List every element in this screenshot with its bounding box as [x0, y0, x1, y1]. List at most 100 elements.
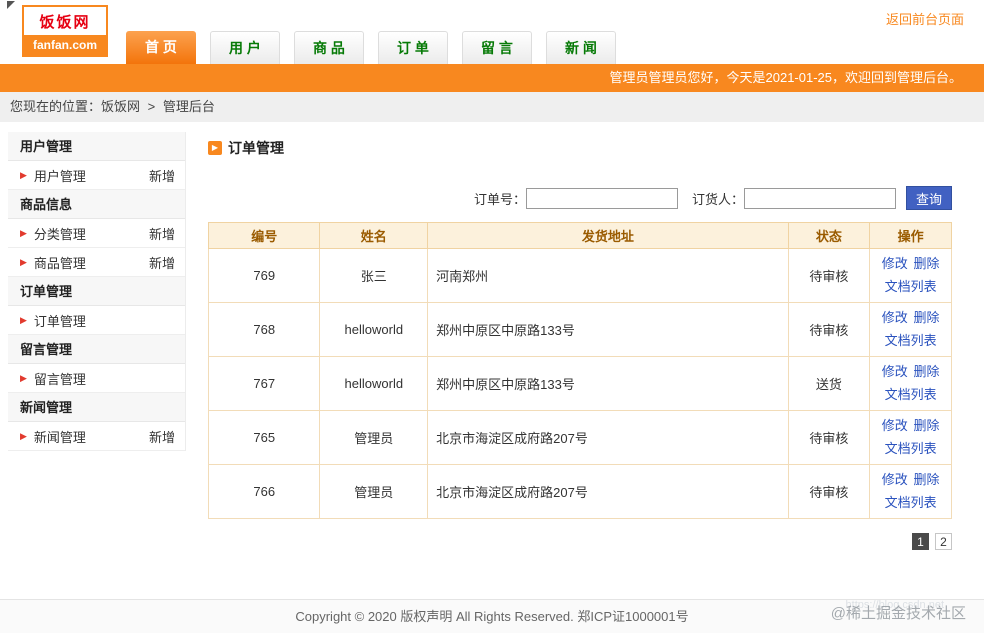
edit-link[interactable]: 修改	[882, 364, 908, 379]
column-header-status: 状态	[787, 222, 871, 249]
site-logo[interactable]: 饭饭网 fanfan.com	[22, 5, 108, 57]
customer-name-cell: helloworld	[319, 302, 429, 357]
buyer-label: 订货人：	[691, 191, 744, 207]
breadcrumb-site-link[interactable]: 饭饭网	[101, 99, 140, 114]
main-navigation: 首 页 用 户 商 品 订 单 留 言 新 闻	[126, 31, 616, 64]
delete-link[interactable]: 删除	[913, 310, 939, 325]
welcome-text: 管理员管理员您好，今天是2021-01-25，欢迎回到管理后台。	[609, 70, 963, 85]
logo-title: 饭饭网	[39, 14, 91, 31]
actions-cell: 修改 删除 文档列表	[869, 248, 952, 303]
delete-link[interactable]: 删除	[913, 364, 939, 379]
doc-list-link[interactable]: 文档列表	[885, 495, 937, 510]
page-title: 订单管理	[228, 140, 284, 156]
breadcrumb-prefix: 您现在的位置：	[10, 99, 102, 114]
sidebar-item-user-manage[interactable]: ▶ 用户管理 新增	[8, 161, 185, 190]
customer-name-cell: 管理员	[319, 410, 429, 465]
sidebar-item-news-manage[interactable]: ▶ 新闻管理 新增	[8, 422, 185, 451]
doc-list-link[interactable]: 文档列表	[885, 279, 937, 294]
corner-decoration	[7, 1, 15, 9]
edit-link[interactable]: 修改	[882, 256, 908, 271]
tab-messages[interactable]: 留 言	[462, 31, 532, 64]
back-to-frontend-link[interactable]: 返回前台页面	[886, 9, 964, 28]
status-cell: 送货	[787, 356, 871, 411]
address-cell: 河南郑州	[427, 248, 789, 303]
sidebar: 用户管理 ▶ 用户管理 新增 商品信息 ▶ 分类管理 新增 ▶ 商品管理 新增 …	[8, 132, 186, 451]
add-new-news-link[interactable]: 新增	[149, 427, 175, 446]
edit-link[interactable]: 修改	[882, 310, 908, 325]
table-row: 765 管理员 北京市海淀区成府路207号 待审核 修改 删除 文档列表	[207, 410, 952, 465]
address-cell: 北京市海淀区成府路207号	[427, 464, 789, 519]
tab-home[interactable]: 首 页	[126, 31, 196, 64]
order-no-input[interactable]	[525, 187, 678, 209]
table-row: 768 helloworld 郑州中原区中原路133号 待审核 修改 删除 文档…	[207, 302, 952, 357]
content-area: 用户管理 ▶ 用户管理 新增 商品信息 ▶ 分类管理 新增 ▶ 商品管理 新增 …	[0, 122, 984, 600]
tab-orders[interactable]: 订 单	[378, 31, 448, 64]
customer-name-cell: 张三	[319, 248, 429, 303]
welcome-bar: 管理员管理员您好，今天是2021-01-25，欢迎回到管理后台。	[0, 64, 984, 92]
delete-link[interactable]: 删除	[913, 256, 939, 271]
sidebar-item-label: 商品管理	[33, 255, 86, 271]
top-header: 饭饭网 fanfan.com 首 页 用 户 商 品 订 单 留 言 新 闻 返…	[0, 0, 984, 64]
order-id-cell: 768	[207, 302, 321, 357]
sidebar-item-label: 用户管理	[33, 168, 86, 184]
buyer-input[interactable]	[744, 187, 896, 209]
arrow-bullet-icon: ▶	[20, 372, 27, 383]
customer-name-cell: 管理员	[319, 464, 429, 519]
doc-list-link[interactable]: 文档列表	[885, 387, 937, 402]
address-cell: 郑州中原区中原路133号	[427, 356, 789, 411]
tab-users[interactable]: 用 户	[210, 31, 280, 64]
customer-name-cell: helloworld	[319, 356, 429, 411]
sidebar-item-category-manage[interactable]: ▶ 分类管理 新增	[8, 219, 185, 248]
order-id-cell: 767	[207, 356, 321, 411]
sidebar-item-label: 留言管理	[33, 371, 86, 387]
sidebar-item-order-manage[interactable]: ▶ 订单管理	[8, 306, 185, 335]
delete-link[interactable]: 删除	[913, 472, 939, 487]
address-cell: 郑州中原区中原路133号	[427, 302, 789, 357]
delete-link[interactable]: 删除	[913, 418, 939, 433]
page-button-2[interactable]: 2	[935, 533, 952, 550]
page-button-1[interactable]: 1	[912, 533, 929, 550]
breadcrumb-separator: >	[147, 99, 156, 114]
order-id-cell: 765	[207, 410, 321, 465]
main-panel: ▶ 订单管理 订单号： 订货人： 查询 编号 姓名 发货地址 状态 操作 769…	[186, 132, 952, 600]
search-button[interactable]: 查询	[906, 186, 952, 210]
add-new-product-link[interactable]: 新增	[149, 253, 175, 272]
column-header-actions: 操作	[869, 222, 952, 249]
sidebar-item-product-manage[interactable]: ▶ 商品管理 新增	[8, 248, 185, 277]
pagination: 1 2	[208, 533, 952, 550]
column-header-address: 发货地址	[427, 222, 789, 249]
arrow-bullet-icon: ▶	[20, 430, 27, 441]
orders-table: 编号 姓名 发货地址 状态 操作 769 张三 河南郑州 待审核 修改 删除 文…	[207, 222, 952, 519]
sidebar-item-label: 订单管理	[33, 313, 86, 329]
doc-list-link[interactable]: 文档列表	[885, 441, 937, 456]
order-search-bar: 订单号： 订货人： 查询	[208, 186, 952, 210]
tab-news[interactable]: 新 闻	[546, 31, 616, 64]
arrow-bullet-icon: ▶	[20, 314, 27, 325]
edit-link[interactable]: 修改	[882, 418, 908, 433]
order-id-cell: 766	[207, 464, 321, 519]
column-header-name: 姓名	[319, 222, 429, 249]
actions-cell: 修改 删除 文档列表	[869, 464, 952, 519]
address-cell: 北京市海淀区成府路207号	[427, 410, 789, 465]
table-header-row: 编号 姓名 发货地址 状态 操作	[207, 222, 952, 249]
order-no-label: 订单号：	[473, 191, 526, 207]
sidebar-section-message-management: 留言管理	[8, 335, 185, 364]
table-row: 767 helloworld 郑州中原区中原路133号 送货 修改 删除 文档列…	[207, 356, 952, 411]
add-new-category-link[interactable]: 新增	[149, 224, 175, 243]
sidebar-item-label: 新闻管理	[33, 429, 86, 445]
table-row: 769 张三 河南郑州 待审核 修改 删除 文档列表	[207, 248, 952, 303]
breadcrumb-current: 管理后台	[162, 99, 215, 114]
tab-products[interactable]: 商 品	[294, 31, 364, 64]
page-title-row: ▶ 订单管理	[208, 138, 952, 158]
doc-list-link[interactable]: 文档列表	[885, 333, 937, 348]
sidebar-section-user-management: 用户管理	[8, 132, 185, 161]
orange-arrow-icon: ▶	[208, 141, 222, 155]
status-cell: 待审核	[787, 410, 871, 465]
sidebar-item-message-manage[interactable]: ▶ 留言管理	[8, 364, 185, 393]
order-id-cell: 769	[207, 248, 321, 303]
edit-link[interactable]: 修改	[882, 472, 908, 487]
logo-domain: fanfan.com	[24, 35, 106, 55]
sidebar-section-product-info: 商品信息	[8, 190, 185, 219]
add-new-user-link[interactable]: 新增	[149, 166, 175, 185]
column-header-id: 编号	[207, 222, 321, 249]
